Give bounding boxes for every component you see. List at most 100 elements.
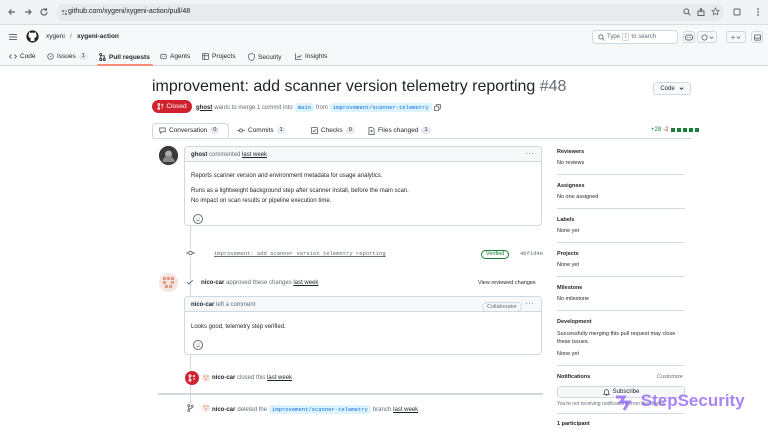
timeline-divider xyxy=(158,393,543,395)
plus-icon: + xyxy=(730,32,736,42)
comment-author[interactable]: ghost xyxy=(191,152,207,158)
comment-body-line: Runs as a lightweight background step af… xyxy=(191,188,409,194)
graph-icon xyxy=(295,53,302,60)
code-dropdown-button[interactable]: Code xyxy=(653,82,691,95)
tab-label: Files changed xyxy=(378,127,419,134)
pr-meta-text: wants to merge 1 commit into xyxy=(214,104,293,111)
pr-number: #48 xyxy=(539,78,567,95)
github-logo-icon[interactable] xyxy=(26,30,39,43)
closed-time[interactable]: last week xyxy=(267,375,292,381)
avatar[interactable] xyxy=(202,374,210,382)
sidebar-development-title[interactable]: Development xyxy=(557,319,592,325)
sidebar-projects-title[interactable]: Projects xyxy=(557,251,579,257)
bookmark-star-icon[interactable] xyxy=(711,7,720,16)
sidebar-divider xyxy=(557,413,685,414)
avatar[interactable] xyxy=(159,146,178,165)
reload-icon[interactable] xyxy=(38,6,50,18)
active-tab-underline xyxy=(97,64,153,66)
extensions-icon[interactable] xyxy=(731,6,743,18)
forward-icon[interactable] xyxy=(22,6,34,18)
tab-conversation[interactable]: Conversation 0 xyxy=(152,123,229,138)
closed-action: closed this xyxy=(237,375,266,381)
browser-menu-icon[interactable] xyxy=(752,6,764,18)
add-reaction-icon[interactable] xyxy=(193,340,203,350)
commits-count: 1 xyxy=(276,127,286,134)
sidebar-assignees-title[interactable]: Assignees xyxy=(557,183,585,189)
sidebar-reviewers-value: No reviews xyxy=(557,160,585,166)
tab-agents[interactable]: Agents xyxy=(160,53,190,60)
commit-message-link[interactable]: improvement: add scanner version telemet… xyxy=(214,250,386,257)
watermark-text: StepSecurity xyxy=(640,391,745,410)
address-bar[interactable]: github.com/xygeni/xygeni-action/pull/48 xyxy=(56,4,724,21)
site-info-icon[interactable] xyxy=(61,9,68,16)
search-input[interactable]: Type / to search xyxy=(592,30,678,44)
tab-code[interactable]: Code xyxy=(9,53,36,60)
comment-author-line: ghost commented last week xyxy=(191,152,267,158)
tab-insights[interactable]: Insights xyxy=(295,53,327,60)
tab-checks[interactable]: Checks 0 xyxy=(305,123,361,138)
tab-commits[interactable]: Commits 1 xyxy=(231,123,292,138)
avatar[interactable] xyxy=(159,273,178,292)
create-new-button[interactable]: + xyxy=(726,31,746,43)
base-branch[interactable]: main xyxy=(294,103,314,112)
search-shortcut-key: / xyxy=(622,33,630,41)
pr-author-link[interactable]: ghost xyxy=(196,105,212,111)
inbox-icon[interactable] xyxy=(751,31,763,43)
diffstat: +28 -2 xyxy=(651,127,699,133)
sidebar-divider xyxy=(557,174,685,175)
customize-link[interactable]: Customize xyxy=(657,374,683,380)
tab-security[interactable]: Security xyxy=(248,53,281,61)
more-options-icon[interactable]: ··· xyxy=(525,149,535,158)
actor-link[interactable]: nico-car xyxy=(212,407,235,413)
repo-link[interactable]: xygeni-action xyxy=(77,33,119,40)
comment-time[interactable]: last week xyxy=(242,152,267,158)
back-icon[interactable] xyxy=(6,6,18,18)
pull-request-closed-icon xyxy=(185,371,199,385)
more-options-icon[interactable]: ··· xyxy=(525,299,535,308)
copilot-icon[interactable] xyxy=(683,31,695,43)
copy-icon[interactable] xyxy=(433,104,441,111)
path-separator: / xyxy=(70,33,72,40)
status-badge: Closed xyxy=(152,100,192,113)
view-reviewed-changes-link[interactable]: View reviewed changes xyxy=(478,280,536,286)
issue-icon xyxy=(47,53,54,60)
actor-link[interactable]: nico-car xyxy=(212,375,235,381)
deletions: -2 xyxy=(663,127,669,133)
tab-label: Insights xyxy=(305,53,328,60)
tab-issues[interactable]: Issues 1 xyxy=(47,53,88,60)
stepsecurity-watermark: StepSecurity xyxy=(614,391,745,411)
chevron-down-icon xyxy=(679,87,684,90)
tab-files-changed[interactable]: Files changed 1 xyxy=(362,123,437,138)
comment-author[interactable]: nico-car xyxy=(191,302,214,308)
tab-label: Agents xyxy=(170,53,191,60)
sidebar-reviewers-title[interactable]: Reviewers xyxy=(557,149,584,155)
tab-pull-requests[interactable]: Pull requests xyxy=(99,53,150,61)
comment-action: left a comment xyxy=(216,302,256,308)
deleted-suffix: branch xyxy=(372,406,392,413)
head-branch[interactable]: improvement/scanner-telemetry xyxy=(329,103,432,112)
deleted-branch[interactable]: improvement/scanner-telemetry xyxy=(269,405,371,414)
issues-count: 1 xyxy=(78,53,88,60)
sidebar-labels-title[interactable]: Labels xyxy=(557,217,574,223)
owner-link[interactable]: xygeni xyxy=(46,33,65,40)
deleted-time[interactable]: last week xyxy=(393,407,418,413)
verified-badge[interactable]: Verified xyxy=(481,250,510,259)
hamburger-menu-icon[interactable] xyxy=(8,32,18,42)
file-diff-icon xyxy=(368,126,375,135)
additions: +28 xyxy=(651,127,662,133)
browser-toolbar: github.com/xygeni/xygeni-action/pull/48 xyxy=(0,0,768,25)
review-time[interactable]: last week xyxy=(293,280,318,286)
sidebar-development-text: Successfully merging this pull request m… xyxy=(557,331,676,337)
sidebar-milestone-value: No milestone xyxy=(557,296,590,302)
commit-sha-link[interactable]: 4bf1d4e xyxy=(520,250,543,257)
add-reaction-icon[interactable] xyxy=(193,214,203,224)
tab-projects[interactable]: Projects xyxy=(202,53,235,60)
checklist-icon xyxy=(311,127,318,134)
review-event-line: nico-car approved these changes last wee… xyxy=(201,280,318,286)
reviewer-link[interactable]: nico-car xyxy=(201,280,224,286)
sidebar-milestone-title[interactable]: Milestone xyxy=(557,285,582,291)
share-icon[interactable] xyxy=(697,8,705,16)
copilot-menu-button[interactable] xyxy=(697,31,717,43)
avatar[interactable] xyxy=(202,404,210,412)
zoom-icon[interactable] xyxy=(683,8,691,16)
